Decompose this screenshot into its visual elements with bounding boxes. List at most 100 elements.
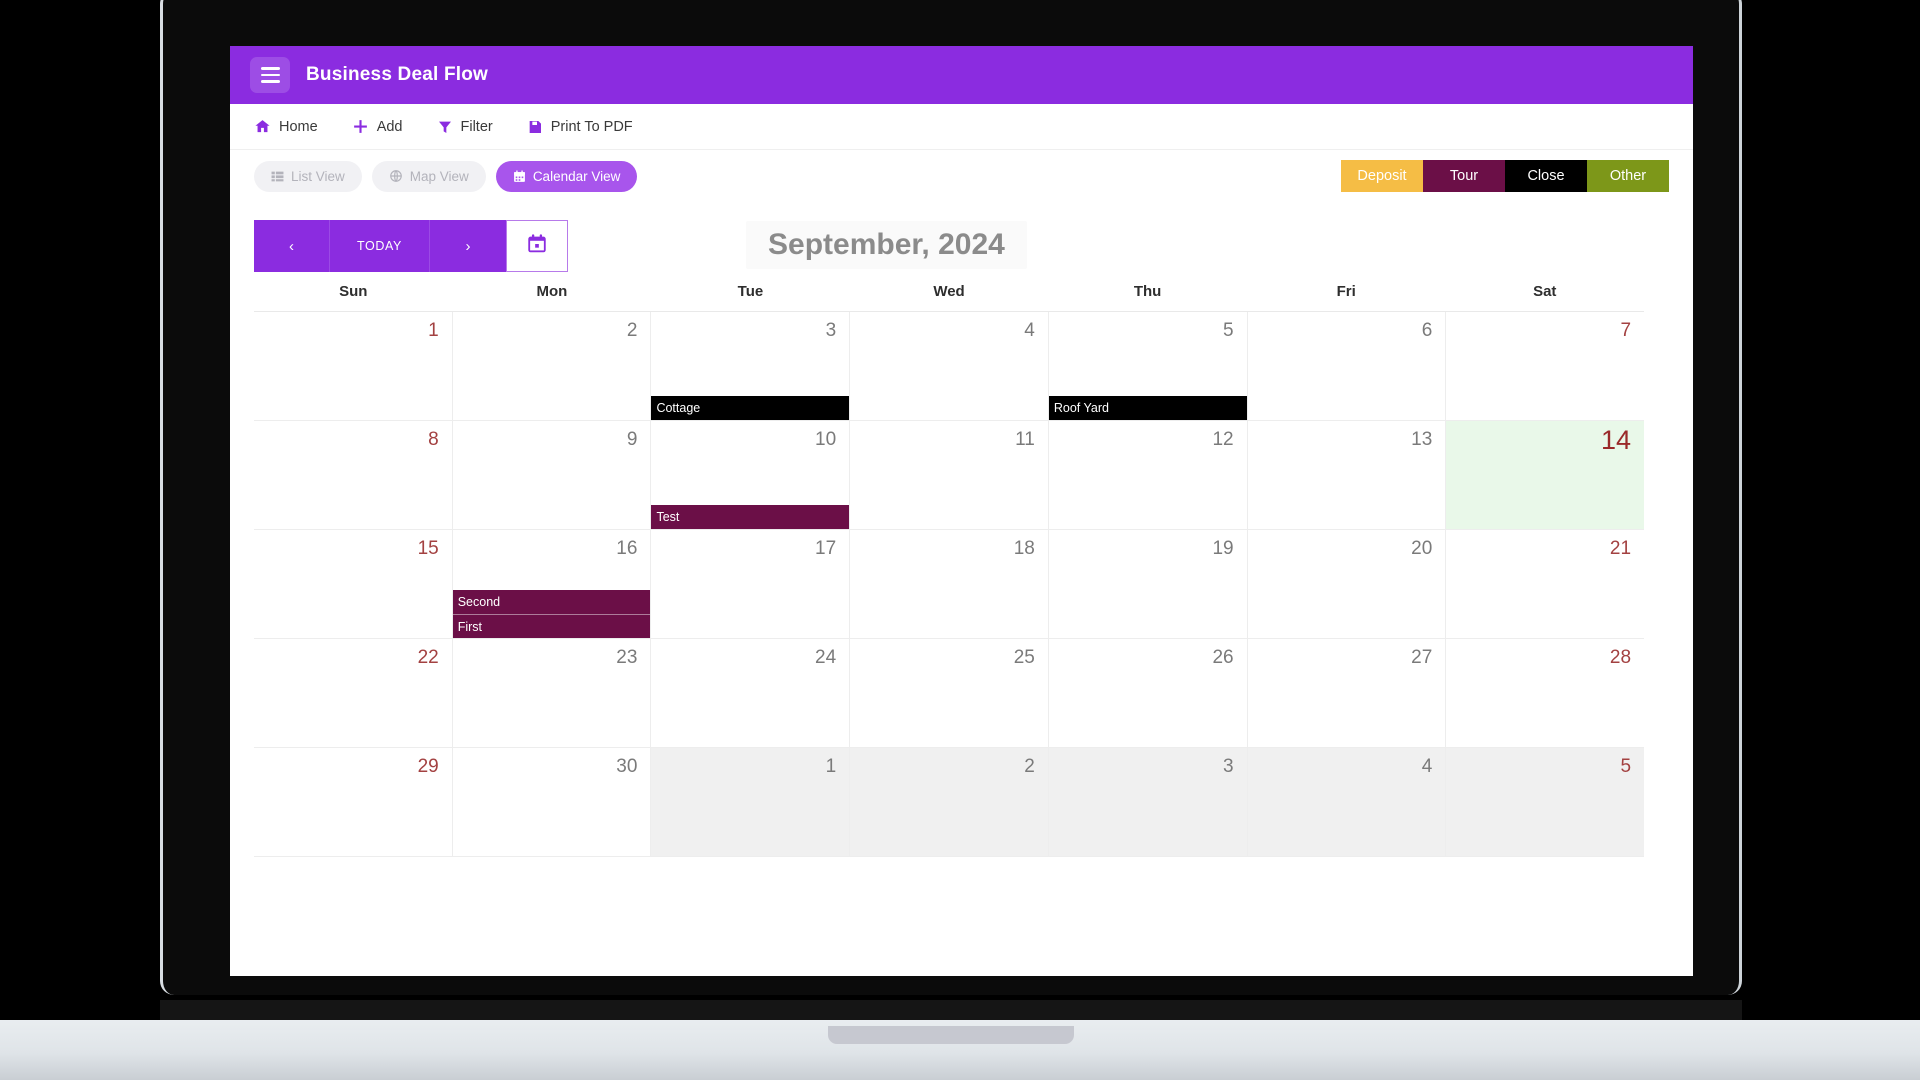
calendar-event[interactable]: Roof Yard (1048, 396, 1247, 420)
calendar-day-cell[interactable]: 9 (452, 421, 652, 529)
calendar-day-cell[interactable]: 1 (254, 312, 453, 420)
screenshot-stage: Business Deal Flow Home Add Filter Print… (0, 0, 1920, 1080)
app-window: Business Deal Flow Home Add Filter Print… (230, 46, 1693, 976)
calendar-icon (513, 170, 526, 183)
calendar-day-cell[interactable]: 4 (1247, 748, 1447, 856)
datepicker-button[interactable] (506, 220, 568, 272)
toolbar-item-filter[interactable]: Filter (437, 119, 493, 135)
calendar-day-cell[interactable]: 27 (1247, 639, 1447, 747)
plus-icon (352, 118, 369, 135)
day-number: 4 (1024, 320, 1035, 341)
status-button-label: Close (1527, 168, 1565, 184)
tab-list-view[interactable]: List View (254, 160, 362, 192)
app-title: Business Deal Flow (306, 64, 489, 85)
calendar-day-cell[interactable]: 24 (651, 639, 851, 747)
calendar-day-cell[interactable]: 16 Second First (452, 530, 652, 638)
calendar-day-cell[interactable]: 18 (850, 530, 1049, 638)
laptop-hinge (160, 1000, 1742, 1022)
day-number: 29 (417, 756, 439, 777)
tab-label: List View (291, 168, 345, 184)
calendar-weeks: 1 2 3 Cottage 4 5 Roof Yard 6 7 8 9 10 Test 11 12 13 14 1… (254, 312, 1645, 857)
filter-icon (437, 119, 453, 135)
calendar-day-cell[interactable]: 23 (452, 639, 652, 747)
calendar-event[interactable]: Test (651, 505, 850, 529)
toolbar-item-home[interactable]: Home (254, 118, 318, 135)
calendar-day-cell[interactable]: 13 (1247, 421, 1447, 529)
day-number: 7 (1620, 320, 1632, 341)
toolbar-item-add[interactable]: Add (352, 118, 403, 135)
toolbar-item-label: Add (376, 118, 403, 135)
toolbar-item-label: Home (279, 118, 318, 135)
calendar-day-cell[interactable]: 8 (254, 421, 453, 529)
status-button-close[interactable]: Close (1505, 160, 1587, 192)
day-number: 1 (428, 320, 439, 341)
hamburger-icon[interactable] (250, 57, 290, 93)
calendar-day-cell[interactable]: 3 Cottage (651, 312, 851, 420)
day-number: 5 (1223, 320, 1234, 341)
calendar-day-cell[interactable]: 26 (1048, 639, 1248, 747)
calendar-day-cell[interactable]: 5 (1446, 748, 1645, 856)
day-number: 24 (815, 647, 837, 668)
calendar-day-cell[interactable]: 22 (254, 639, 453, 747)
calendar-day-cell[interactable]: 10 Test (651, 421, 851, 529)
calendar-day-cell[interactable]: 11 (850, 421, 1049, 529)
day-number: 10 (815, 429, 837, 450)
calendar-day-cell[interactable]: 1 (651, 748, 851, 856)
calendar-day-cell[interactable]: 20 (1247, 530, 1447, 638)
calendar-day-cell[interactable]: 7 (1446, 312, 1645, 420)
calendar-day-cell[interactable]: 17 (651, 530, 851, 638)
tab-label: Calendar View (532, 168, 621, 184)
day-number: 18 (1013, 538, 1035, 559)
weekday-label: Fri (1336, 283, 1356, 300)
calendar-day-cell[interactable]: 15 (254, 530, 453, 638)
calendar-week-row: 1 2 3 Cottage 4 5 Roof Yard 6 7 (254, 312, 1645, 421)
status-button-deposit[interactable]: Deposit (1341, 160, 1423, 192)
calendar-day-cell[interactable]: 2 (452, 312, 652, 420)
calendar-icon (526, 233, 548, 260)
calendar-day-cell[interactable]: 30 (452, 748, 652, 856)
calendar-day-cell[interactable]: 12 (1048, 421, 1248, 529)
day-number: 12 (1212, 429, 1234, 450)
calendar-day-cell[interactable]: 14 (1446, 421, 1645, 529)
next-month-button[interactable]: › (430, 220, 506, 272)
day-number: 25 (1013, 647, 1035, 668)
calendar-day-cell[interactable]: 5 Roof Yard (1048, 312, 1248, 420)
tab-calendar-view[interactable]: Calendar View (495, 160, 638, 192)
calendar-day-cell[interactable]: 28 (1446, 639, 1645, 747)
day-number: 5 (1620, 756, 1632, 777)
status-button-tour[interactable]: Tour (1423, 160, 1505, 192)
day-event-list: Second First (452, 590, 651, 638)
calendar-day-cell[interactable]: 21 (1446, 530, 1645, 638)
calendar-day-cell[interactable]: 4 (850, 312, 1049, 420)
calendar-week-row: 22 23 24 25 26 27 28 (254, 639, 1645, 748)
toolbar-item-label: Print To PDF (550, 118, 633, 135)
calendar-event[interactable]: Second (452, 590, 651, 614)
tab-map-view[interactable]: Map View (371, 160, 486, 192)
status-button-label: Other (1609, 168, 1647, 184)
weekday-label: Mon (536, 283, 568, 300)
day-number: 17 (815, 538, 837, 559)
prev-month-button[interactable]: ‹ (254, 220, 330, 272)
day-number: 22 (417, 647, 439, 668)
status-button-label: Deposit (1357, 168, 1407, 184)
today-button[interactable]: TODAY (330, 220, 430, 272)
status-legend: Deposit Tour Close Other (1341, 160, 1669, 192)
calendar-event[interactable]: First (452, 614, 651, 638)
calendar-day-cell[interactable]: 6 (1247, 312, 1447, 420)
status-button-label: Tour (1449, 168, 1479, 184)
day-number: 20 (1411, 538, 1433, 559)
globe-icon (389, 169, 403, 183)
day-number: 16 (616, 538, 638, 559)
calendar-day-cell[interactable]: 29 (254, 748, 453, 856)
toolbar-item-print-to-pdf[interactable]: Print To PDF (527, 119, 633, 135)
calendar-day-cell[interactable]: 25 (850, 639, 1049, 747)
status-button-other[interactable]: Other (1587, 160, 1669, 192)
list-icon (271, 170, 284, 183)
toolbar-item-label: Filter (460, 118, 493, 135)
day-number: 6 (1421, 320, 1433, 341)
calendar-week-row: 29 30 1 2 3 4 5 (254, 748, 1645, 857)
calendar-day-cell[interactable]: 19 (1048, 530, 1248, 638)
calendar-day-cell[interactable]: 2 (850, 748, 1049, 856)
calendar-day-cell[interactable]: 3 (1048, 748, 1248, 856)
calendar-event[interactable]: Cottage (651, 396, 850, 420)
